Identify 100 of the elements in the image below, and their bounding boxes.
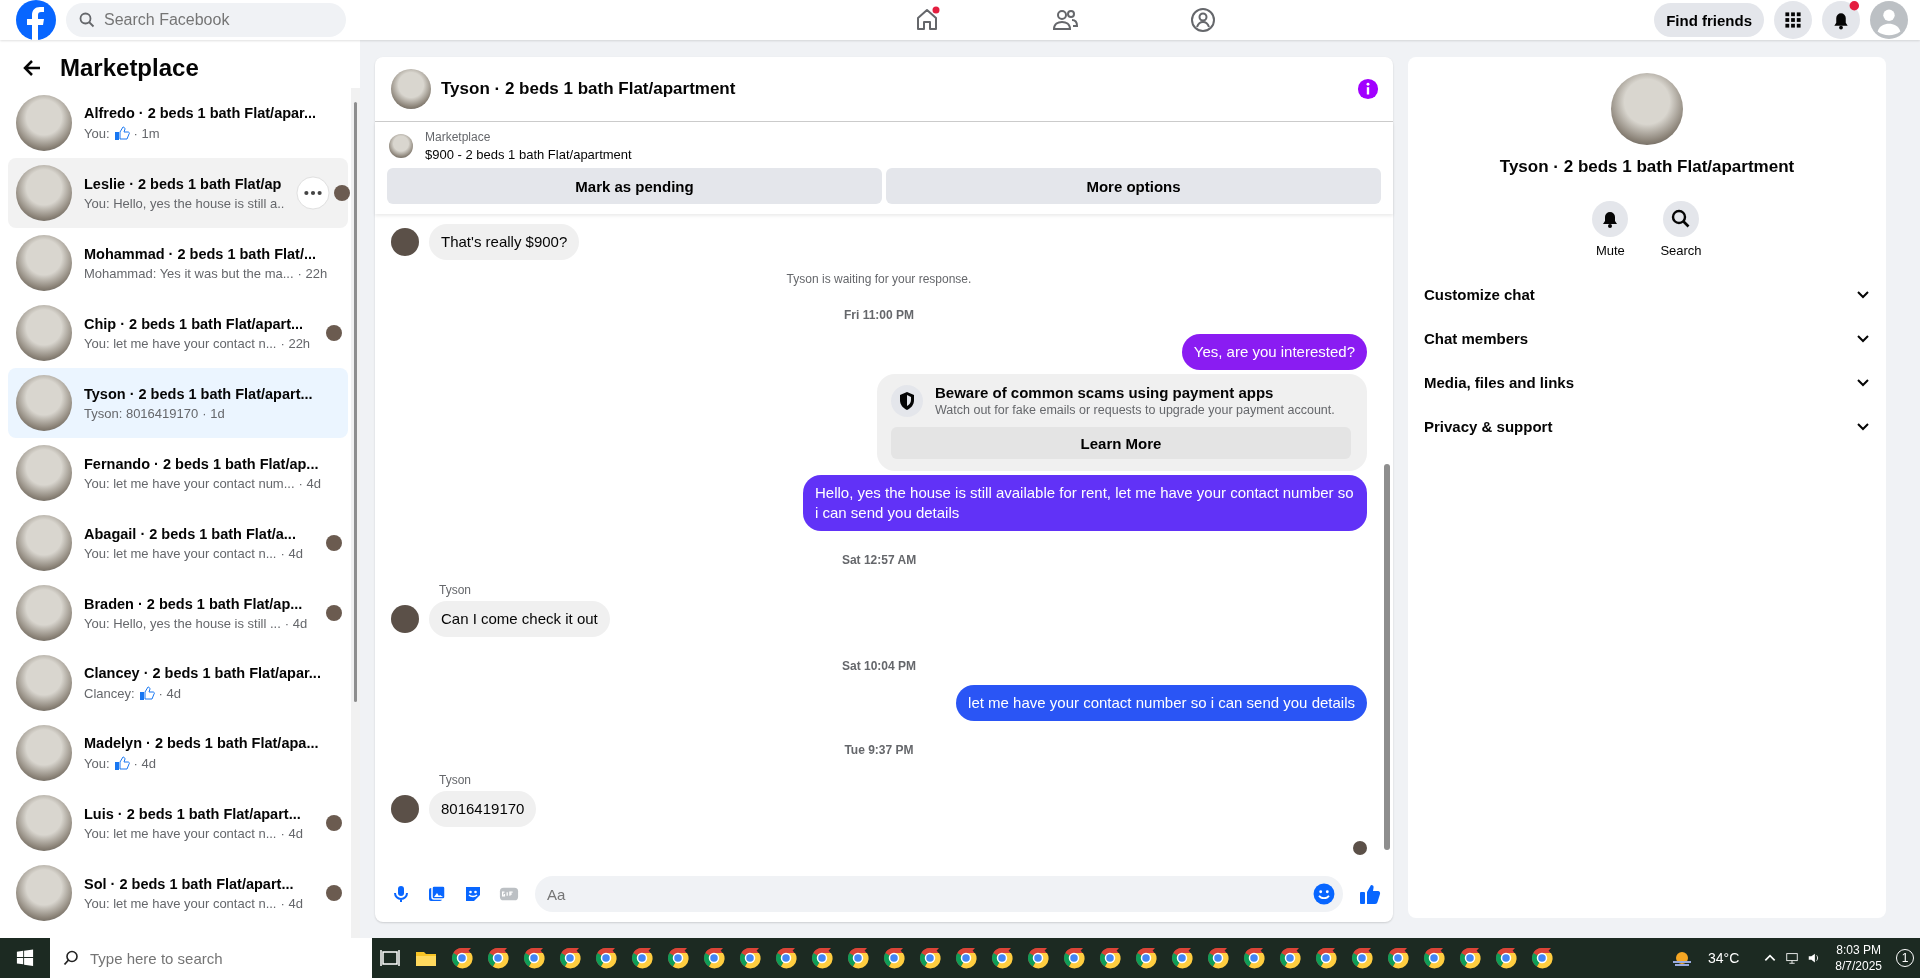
listing-source: Marketplace xyxy=(425,130,492,144)
message-time: · 1d xyxy=(202,405,225,421)
message-preview: Clancey: xyxy=(84,685,135,701)
search-icon[interactable] xyxy=(1663,201,1699,237)
browser-icon[interactable] xyxy=(810,946,834,970)
listing-photo-placeholder xyxy=(16,725,72,781)
conversation-title: Tyson · 2 beds 1 bath Flat/apart... xyxy=(84,385,314,402)
conversation-item[interactable]: Luis · 2 beds 1 bath Flat/apart... You: let me have your contact n... · 4d xyxy=(8,788,348,858)
action-label: Search xyxy=(1660,243,1702,258)
listing-photo-placeholder xyxy=(16,305,72,361)
browser-icon[interactable] xyxy=(774,946,798,970)
image-icon[interactable] xyxy=(427,884,447,904)
browser-icon[interactable] xyxy=(1350,946,1374,970)
browser-icon[interactable] xyxy=(1530,946,1554,970)
browser-icon[interactable] xyxy=(1422,946,1446,970)
browser-icon[interactable] xyxy=(990,946,1014,970)
browser-icon[interactable] xyxy=(1494,946,1518,970)
conversation-title: Abagail · 2 beds 1 bath Flat/a... xyxy=(84,525,297,542)
browser-icon[interactable] xyxy=(1098,946,1122,970)
conversation-item[interactable]: Tyson · 2 beds 1 bath Flat/apart... Tyson: 8016419170 · 1d xyxy=(8,368,348,438)
accordion-item[interactable]: Customize chat xyxy=(1422,272,1872,316)
more-options-button[interactable] xyxy=(296,176,331,210)
emoji-icon[interactable] xyxy=(1313,883,1335,905)
scrollbar[interactable] xyxy=(351,88,360,938)
browser-icon[interactable] xyxy=(594,946,618,970)
outgoing-message: Hello, yes the house is still available for rent, let me have your contact number so i can send you details xyxy=(803,475,1367,531)
conversation-item[interactable]: Clancey · 2 beds 1 bath Flat/apar... Clancey: · 4d xyxy=(8,648,348,718)
conversation-item[interactable]: Chip · 2 beds 1 bath Flat/apart... You: let me have your contact n... · 22h xyxy=(8,298,348,368)
browser-icon[interactable] xyxy=(1314,946,1338,970)
network-icon[interactable] xyxy=(1785,951,1800,965)
browser-icon[interactable] xyxy=(1386,946,1410,970)
conversation-item[interactable]: Madelyn · 2 beds 1 bath Flat/apa... You: · 4d xyxy=(8,718,348,788)
browser-icon[interactable] xyxy=(1278,946,1302,970)
browser-icon[interactable] xyxy=(630,946,654,970)
listing-photo-placeholder xyxy=(391,69,431,109)
browser-icon[interactable] xyxy=(702,946,726,970)
browser-icon[interactable] xyxy=(486,946,510,970)
chat-title: Tyson · 2 beds 1 bath Flat/apartment xyxy=(441,79,737,99)
timestamp: Fri 11:00 PM xyxy=(844,308,914,322)
message-time: · 4d xyxy=(280,825,303,841)
accordion-item[interactable]: Media, files and links xyxy=(1422,360,1872,404)
browser-icon[interactable] xyxy=(450,946,474,970)
sticker-icon[interactable] xyxy=(463,884,483,904)
find-friends-button[interactable]: Find friends xyxy=(1654,3,1764,37)
conversation-item[interactable]: Fernando · 2 beds 1 bath Flat/ap... You: let me have your contact num... · 4d xyxy=(8,438,348,508)
message-input[interactable]: Aa xyxy=(535,876,1343,912)
conversation-title: Braden · 2 beds 1 bath Flat/ap... xyxy=(84,595,304,612)
incoming-message: That's really $900? xyxy=(429,224,580,260)
conversation-item[interactable]: Mohammad · 2 beds 1 bath Flat/... Mohammad: Yes it was but the ma... · 22h xyxy=(8,228,348,298)
accordion-item[interactable]: Privacy & support xyxy=(1422,404,1872,448)
bell-icon[interactable] xyxy=(1592,201,1629,237)
browser-icon[interactable] xyxy=(1026,946,1050,970)
browser-icon[interactable] xyxy=(882,946,906,970)
listing-photo-placeholder xyxy=(16,235,72,291)
browser-icon[interactable] xyxy=(954,946,978,970)
listing-action-button[interactable]: Mark as pending xyxy=(387,168,882,204)
browser-icon[interactable] xyxy=(918,946,942,970)
listing-action-button[interactable]: More options xyxy=(886,168,1381,204)
browser-icon[interactable] xyxy=(558,946,582,970)
thumbs-up-icon[interactable] xyxy=(1359,883,1381,905)
conversation-item[interactable]: Abagail · 2 beds 1 bath Flat/a... You: let me have your contact n... · 4d xyxy=(8,508,348,578)
listing-photo-placeholder xyxy=(389,134,413,158)
conversation-item[interactable]: Leslie · 2 beds 1 bath Flat/ap You: Hello, yes the house is still a.. xyxy=(8,158,348,228)
browser-icon[interactable] xyxy=(666,946,690,970)
search-field[interactable]: Search Facebook xyxy=(66,3,346,37)
conversation-title: Leslie · 2 beds 1 bath Flat/ap xyxy=(84,175,283,192)
menu-icon[interactable] xyxy=(1774,1,1812,39)
browser-icon[interactable] xyxy=(846,946,870,970)
conversation-item[interactable]: Alfredo · 2 beds 1 bath Flat/apar... You: · 1m xyxy=(8,88,348,158)
microphone-icon[interactable] xyxy=(391,884,411,904)
browser-icon[interactable] xyxy=(522,946,546,970)
info-icon[interactable] xyxy=(1357,78,1379,100)
back-arrow-icon[interactable] xyxy=(22,58,42,78)
warning-title: Beware of common scams using payment apps xyxy=(935,384,1275,401)
browser-icon[interactable] xyxy=(1062,946,1086,970)
message-preview: Mohammad: Yes it was but the ma... xyxy=(84,265,294,281)
groups-icon[interactable] xyxy=(1189,6,1218,34)
listing-title[interactable]: $900 - 2 beds 1 bath Flat/apartment xyxy=(425,147,632,162)
browser-icon[interactable] xyxy=(1170,946,1194,970)
message-preview: You: let me have your contact n... xyxy=(84,545,277,561)
message-preview: You: let me have your contact n... xyxy=(84,895,277,911)
taskbar-search-field[interactable]: Type here to search xyxy=(50,938,372,978)
browser-icon[interactable] xyxy=(738,946,762,970)
browser-icon[interactable] xyxy=(1458,946,1482,970)
browser-icon[interactable] xyxy=(1242,946,1266,970)
message-preview: Tyson: 8016419170 xyxy=(84,405,199,421)
conversation-item[interactable]: Sol · 2 beds 1 bath Flat/apart... You: let me have your contact n... · 4d xyxy=(8,858,348,928)
conversation-item[interactable]: Braden · 2 beds 1 bath Flat/ap... You: Hello, yes the house is still ... · 4d xyxy=(8,578,348,648)
accordion-item[interactable]: Chat members xyxy=(1422,316,1872,360)
browser-icon[interactable] xyxy=(1206,946,1230,970)
sender-name: Tyson xyxy=(439,773,472,787)
conversation-title: Madelyn · 2 beds 1 bath Flat/apa... xyxy=(84,735,320,751)
facebook-logo[interactable] xyxy=(16,0,56,40)
learn-more-button[interactable]: Learn More xyxy=(891,427,1351,459)
sender-name: Tyson xyxy=(439,583,472,597)
bell-icon[interactable] xyxy=(1822,1,1860,39)
browser-icon[interactable] xyxy=(1134,946,1158,970)
outgoing-message: Yes, are you interested? xyxy=(1181,334,1367,370)
message-preview: You: Hello, yes the house is still ... xyxy=(84,615,281,631)
listing-photo-placeholder xyxy=(16,865,72,921)
